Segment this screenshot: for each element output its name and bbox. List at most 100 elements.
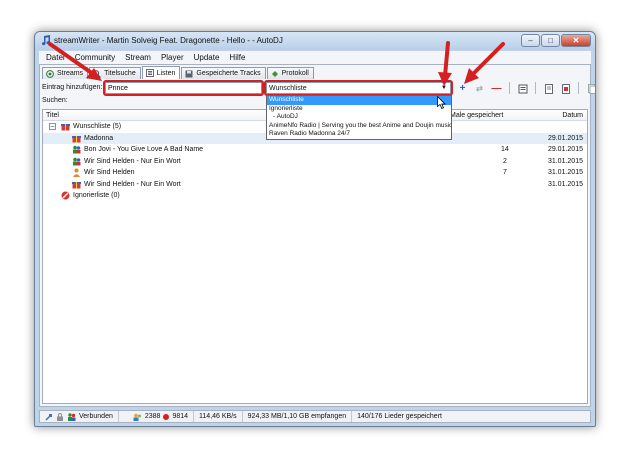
row-title: Wunschliste (5) <box>73 123 122 130</box>
arrows-icon: ⇄ <box>476 84 483 93</box>
tab-label: Titelsuche <box>104 70 136 77</box>
row-date: 29.01.2015 <box>547 134 583 142</box>
app-window: streamWriter - Martin Solveig Feat. Drag… <box>34 31 596 427</box>
list-toolbar-buttons: + ⇄ — <box>456 82 595 95</box>
tab-gespeicherte-tracks[interactable]: Gespeicherte Tracks <box>181 67 266 79</box>
status-bar: Verbunden 2388 9814 114,46 KB/s 924,33 M… <box>39 410 591 423</box>
main-content: Streams Titelsuche Listen Gespeicherte T… <box>39 64 595 407</box>
row-title: Ignorierliste (0) <box>73 192 120 199</box>
gift-icon <box>61 124 70 131</box>
tab-label: Streams <box>57 70 84 77</box>
menu-update[interactable]: Update <box>189 53 225 62</box>
row-title: Bon Jovi - You Give Love A Bad Name <box>84 146 204 153</box>
row-date: 29.01.2015 <box>547 146 583 153</box>
tab-streams[interactable]: Streams <box>42 67 89 79</box>
copy-icon <box>587 83 595 94</box>
toolbar-separator <box>509 82 510 94</box>
list-dropdown: Wunschliste Ignorierliste - AutoDJ Anime… <box>266 95 452 140</box>
plug-icon <box>45 413 52 421</box>
export-icon <box>561 83 570 94</box>
row-saved: 7 <box>503 169 507 176</box>
dropdown-option[interactable]: Wunschliste <box>267 96 451 105</box>
menu-datei[interactable]: Datei <box>41 53 70 62</box>
menu-stream[interactable]: Stream <box>120 53 156 62</box>
dropdown-option[interactable]: AnimeNfo Radio | Serving you the best An… <box>267 122 451 131</box>
menu-player[interactable]: Player <box>156 53 189 62</box>
status-songs: 140/176 Lieder gespeichert <box>352 411 447 422</box>
person-icon <box>73 168 80 177</box>
tree-row[interactable]: Bon Jovi - You Give Love A Bad Name 14 2… <box>43 144 587 156</box>
column-saved[interactable]: Male gespeichert <box>450 112 503 119</box>
close-icon: ✕ <box>572 36 580 45</box>
status-received: 924,33 MB/1,10 GB empfangen <box>243 411 353 422</box>
user-count: 2388 <box>144 413 161 420</box>
menu-bar: Datei Community Stream Player Update Hil… <box>39 51 591 64</box>
songs-saved-value: 140/176 Lieder gespeichert <box>357 413 442 420</box>
copy-button[interactable] <box>585 82 595 95</box>
maximize-button[interactable]: □ <box>541 34 560 47</box>
received-value: 924,33 MB/1,10 GB empfangen <box>247 413 347 420</box>
speed-value: 114,46 KB/s <box>199 413 237 420</box>
add-button[interactable]: + <box>456 82 469 95</box>
row-date: 31.01.2015 <box>547 157 583 165</box>
menu-hilfe[interactable]: Hilfe <box>224 53 250 62</box>
list-select-value: Wunschliste <box>269 84 307 92</box>
column-title[interactable]: Titel <box>46 112 59 119</box>
export-button[interactable] <box>559 82 572 95</box>
edit-button[interactable] <box>516 82 529 95</box>
listener-count: 9814 <box>172 413 189 420</box>
import-button[interactable] <box>542 82 555 95</box>
users-icon <box>68 412 76 421</box>
list-select[interactable]: Wunschliste ▼ <box>266 82 451 94</box>
row-title: Madonna <box>84 134 114 142</box>
import-icon <box>544 83 553 94</box>
window-title: streamWriter - Martin Solveig Feat. Drag… <box>54 36 283 45</box>
status-clients: 2388 9814 <box>119 411 195 422</box>
tab-label: Gespeicherte Tracks <box>196 70 261 77</box>
entry-toolbar: Eintrag hinzufügen: Suchen: Wunschliste … <box>40 80 595 140</box>
connection-status: Verbunden <box>79 413 113 420</box>
lock-icon <box>57 412 63 421</box>
people-icon <box>73 145 81 154</box>
dropdown-option[interactable]: Ignorierliste <box>267 105 451 114</box>
minimize-icon: – <box>528 36 533 45</box>
remove-button[interactable]: — <box>490 82 503 95</box>
record-dot-icon <box>163 413 170 420</box>
tab-listen[interactable]: Listen <box>141 66 181 79</box>
mouse-pointer-icon <box>437 96 446 109</box>
music-note-icon <box>41 35 51 46</box>
title-bar[interactable]: streamWriter - Martin Solveig Feat. Drag… <box>35 32 595 50</box>
dropdown-option[interactable]: - AutoDJ <box>267 113 451 122</box>
tree-row[interactable]: Wir Sind Helden - Nur Ein Wort 31.01.201… <box>43 179 587 191</box>
gift-icon <box>72 181 81 188</box>
search-icon <box>93 69 101 78</box>
dropdown-option[interactable]: Raven Radio Madonna 24/7 <box>267 130 451 139</box>
row-title: Wir Sind Helden - Nur Ein Wort <box>84 157 181 165</box>
block-icon <box>61 191 70 200</box>
tree-row-ignorelist[interactable]: Ignorierliste (0) <box>43 190 587 202</box>
toolbar-separator <box>535 82 536 94</box>
tab-label: Listen <box>156 69 176 77</box>
tab-bar: Streams Titelsuche Listen Gespeicherte T… <box>42 66 315 79</box>
move-button[interactable]: ⇄ <box>473 82 486 95</box>
collapse-toggle-icon[interactable]: – <box>49 123 56 130</box>
row-title: Wir Sind Helden <box>84 169 135 176</box>
tree-row[interactable]: Wir Sind Helden 7 31.01.2015 <box>43 167 587 179</box>
add-entry-input[interactable] <box>105 82 262 94</box>
status-speed: 114,46 KB/s <box>194 411 243 422</box>
log-icon <box>271 70 278 77</box>
radio-waves-icon <box>46 69 54 78</box>
menu-community[interactable]: Community <box>70 53 120 62</box>
tree-row[interactable]: Wir Sind Helden - Nur Ein Wort 2 31.01.2… <box>43 156 587 168</box>
list-icon <box>145 69 154 77</box>
toolbar-separator <box>578 82 579 94</box>
close-button[interactable]: ✕ <box>561 34 591 47</box>
tab-titelsuche[interactable]: Titelsuche <box>89 67 141 79</box>
minimize-button[interactable]: – <box>521 34 540 47</box>
people-icon <box>73 157 81 165</box>
tab-protokoll[interactable]: Protokoll <box>266 67 314 79</box>
column-date[interactable]: Datum <box>562 112 583 119</box>
row-date: 31.01.2015 <box>547 169 583 176</box>
edit-icon <box>518 84 527 93</box>
disk-icon <box>185 70 193 77</box>
